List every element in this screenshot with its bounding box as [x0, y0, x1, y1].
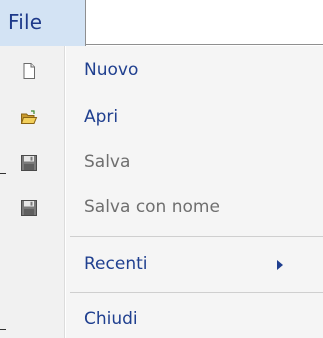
background-edge-mark — [0, 173, 6, 174]
open-folder-icon — [20, 109, 38, 127]
app-window: File Nuovo Apri Salva Salva con nome Rec… — [0, 0, 323, 338]
file-menu-label: File — [8, 10, 43, 34]
menu-item-salva[interactable]: Salva — [0, 144, 323, 184]
menu-item-salva-con-nome[interactable]: Salva con nome — [0, 189, 323, 229]
menu-item-label: Recenti — [84, 254, 148, 274]
file-menu-button[interactable]: File — [0, 0, 86, 46]
file-dropdown-menu: Nuovo Apri Salva Salva con nome Recenti … — [0, 46, 323, 338]
background-edge-mark — [0, 329, 6, 330]
menu-item-recenti[interactable]: Recenti — [0, 246, 323, 286]
menu-item-label: Chiudi — [84, 309, 138, 329]
menu-item-label: Salva — [84, 152, 131, 172]
menu-item-apri[interactable]: Apri — [0, 99, 323, 139]
menu-item-nuovo[interactable]: Nuovo — [0, 52, 323, 92]
menu-separator — [70, 236, 323, 237]
new-document-icon — [20, 62, 38, 80]
menu-item-label: Apri — [84, 107, 119, 127]
menu-item-chiudi[interactable]: Chiudi — [0, 301, 323, 338]
chevron-right-icon — [277, 260, 283, 270]
menu-separator — [70, 292, 323, 293]
menu-item-label: Nuovo — [84, 60, 139, 80]
save-as-disk-icon — [20, 199, 38, 217]
menu-bar-border — [86, 44, 323, 45]
save-disk-icon — [20, 154, 38, 172]
menu-bar: File — [0, 0, 323, 46]
menu-item-label: Salva con nome — [84, 197, 220, 217]
